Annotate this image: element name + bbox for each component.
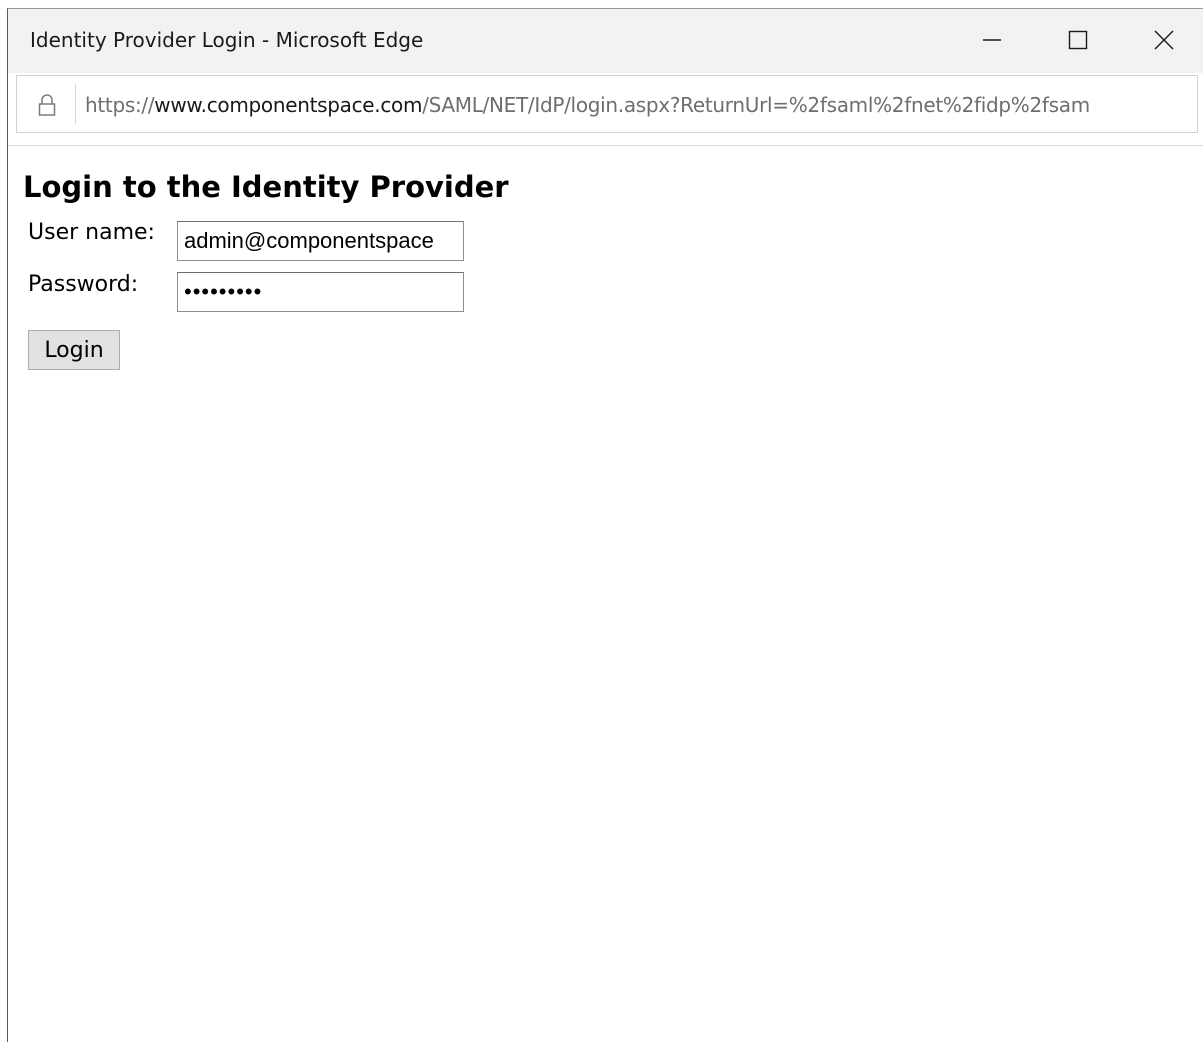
maximize-icon [1068,30,1088,50]
password-label: Password: [28,272,139,297]
close-icon [1154,30,1174,50]
page-content: Login to the Identity Provider User name… [8,146,1203,1042]
address-bar[interactable]: https://www.componentspace.com/SAML/NET/… [16,75,1198,133]
page-title: Login to the Identity Provider [23,170,509,204]
minimize-icon [983,39,1001,41]
url-host: www.componentspace.com [154,93,423,117]
url-scheme: https:// [85,93,155,117]
maximize-button[interactable] [1048,17,1108,63]
login-button[interactable]: Login [28,330,120,370]
url-path: /SAML/NET/IdP/login.aspx?ReturnUrl=%2fsa… [422,93,1090,117]
lock-icon [38,94,56,116]
url-text[interactable]: https://www.componentspace.com/SAML/NET/… [85,93,1197,117]
close-button[interactable] [1134,17,1194,63]
title-bar[interactable]: Identity Provider Login - Microsoft Edge [8,9,1203,133]
password-input[interactable] [177,272,464,312]
minimize-button[interactable] [962,17,1022,63]
address-divider [75,84,76,124]
username-input[interactable] [177,221,464,261]
username-label: User name: [28,220,155,245]
browser-window: Identity Provider Login - Microsoft Edge [7,8,1203,1042]
window-title: Identity Provider Login - Microsoft Edge [30,28,424,52]
